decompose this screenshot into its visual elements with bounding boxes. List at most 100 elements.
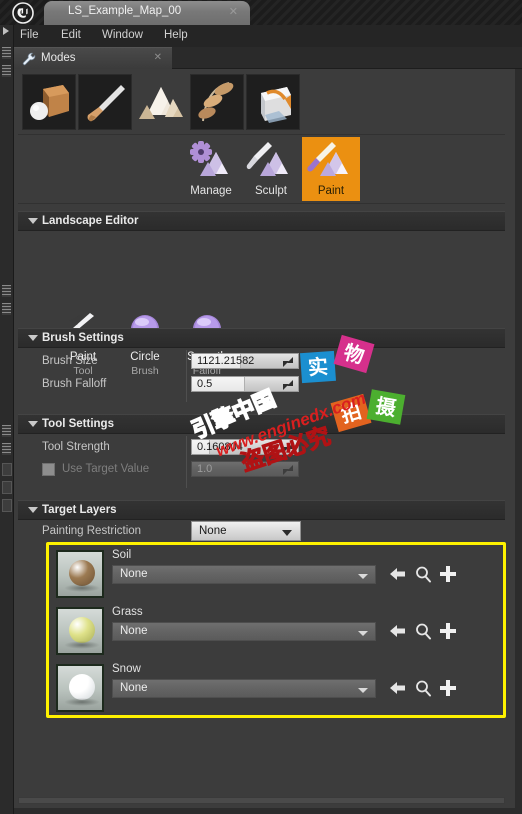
section-title-brush-settings: Brush Settings (42, 332, 124, 344)
title-bar: LS_Example_Map_00 ✕ (0, 0, 522, 25)
browse-asset-icon[interactable] (414, 622, 432, 640)
target-value: 1.0 (197, 463, 213, 475)
browse-asset-icon[interactable] (414, 565, 432, 583)
section-title-tool-settings: Tool Settings (42, 418, 114, 430)
section-title-landscape-editor: Landscape Editor (42, 215, 139, 227)
property-column-splitter-2[interactable] (186, 436, 187, 488)
layer-material-dropdown-soil[interactable]: None (112, 565, 376, 584)
brush-size-spin-arrows[interactable] (283, 357, 294, 367)
tab-modes-label: Modes (41, 52, 76, 64)
tool-strength-value: 0.160804 (197, 441, 243, 453)
brush-falloff-value: 0.5 (197, 378, 213, 390)
layer-thumbnail-snow[interactable] (56, 664, 104, 712)
landscape-tool-circle-name: Circle (130, 351, 160, 363)
create-layer-info-icon[interactable] (439, 622, 457, 640)
menu-edit[interactable]: Edit (61, 29, 81, 41)
landscape-subtool-bar: Manage Sculpt Paint (18, 135, 505, 204)
panel-tab-strip: Modes ✕ (14, 47, 522, 69)
table-row[interactable]: Grass None (56, 604, 515, 660)
layer-name-snow: Snow (112, 663, 141, 675)
layer-material-dropdown-snow[interactable]: None (112, 679, 376, 698)
browse-asset-icon[interactable] (414, 679, 432, 697)
subtool-manage[interactable]: Manage (182, 137, 240, 201)
tool-strength-input[interactable]: 0.160804 (191, 439, 299, 455)
modes-panel: Manage Sculpt Paint Landscape Editor Pai… (14, 69, 522, 814)
section-header-brush-settings[interactable]: Brush Settings (18, 328, 505, 348)
menu-help[interactable]: Help (164, 29, 188, 41)
section-title-target-layers: Target Layers (42, 504, 117, 516)
menu-bar: File Edit Window Help (14, 25, 522, 47)
use-selected-asset-icon[interactable] (389, 622, 407, 640)
chevron-down-icon (358, 631, 368, 636)
mode-button-place[interactable] (22, 74, 76, 130)
tab-modes-close-icon[interactable]: ✕ (154, 52, 162, 63)
left-toolbar-rail (0, 25, 14, 814)
tool-strength-label: Tool Strength (42, 441, 110, 453)
layer-material-dropdown-grass[interactable]: None (112, 622, 376, 641)
subtool-sculpt[interactable]: Sculpt (242, 137, 300, 201)
tool-strength-spin-arrows[interactable] (283, 443, 294, 453)
target-value-input: 1.0 (191, 461, 299, 477)
brush-falloff-input[interactable]: 0.5 (191, 376, 299, 392)
chevron-down-icon (282, 530, 292, 536)
menu-window[interactable]: Window (102, 29, 143, 41)
brush-size-value: 1121.21582 (197, 355, 255, 367)
painting-restriction-label: Painting Restriction (42, 525, 142, 537)
rail-grip-4[interactable] (2, 303, 11, 315)
create-layer-info-icon[interactable] (439, 679, 457, 697)
target-value-spin-arrows (283, 465, 293, 475)
collapse-triangle-icon (28, 421, 38, 427)
mode-button-paint[interactable] (78, 74, 132, 130)
tab-modes[interactable]: Modes ✕ (14, 47, 172, 69)
collapse-triangle-icon (28, 335, 38, 341)
document-tab-label: LS_Example_Map_00 (68, 5, 182, 17)
section-header-target-layers[interactable]: Target Layers (18, 500, 505, 520)
property-column-splitter[interactable] (186, 350, 187, 402)
brush-falloff-label: Brush Falloff (42, 378, 107, 390)
layer-material-value-grass: None (120, 625, 148, 637)
rail-grip-5[interactable] (2, 425, 11, 437)
subtool-paint-label: Paint (317, 185, 345, 197)
layer-name-grass: Grass (112, 606, 143, 618)
table-row[interactable]: Snow None (56, 661, 515, 717)
subtool-paint[interactable]: Paint (302, 137, 360, 201)
mode-button-foliage[interactable] (190, 74, 244, 130)
mode-button-landscape[interactable] (134, 74, 188, 130)
rail-button-3[interactable] (2, 499, 12, 512)
use-target-value-checkbox[interactable] (42, 463, 55, 476)
layer-material-value-snow: None (120, 682, 148, 694)
rail-grip-3[interactable] (2, 285, 11, 297)
rail-button-2[interactable] (2, 481, 12, 494)
layer-thumbnail-soil[interactable] (56, 550, 104, 598)
rail-grip-2[interactable] (2, 65, 11, 77)
section-header-landscape-editor[interactable]: Landscape Editor (18, 211, 505, 231)
rail-expand-icon[interactable] (3, 27, 9, 35)
rail-grip-1[interactable] (2, 47, 11, 59)
chevron-down-icon (358, 574, 368, 579)
create-layer-info-icon[interactable] (439, 565, 457, 583)
use-selected-asset-icon[interactable] (389, 565, 407, 583)
rail-grip-6[interactable] (2, 443, 11, 455)
mode-button-geometry-editing[interactable] (246, 74, 300, 130)
panel-bottom-scrollbar[interactable] (18, 797, 505, 804)
brush-size-input[interactable]: 1121.21582 (191, 353, 299, 369)
layer-name-soil: Soil (112, 549, 132, 561)
subtool-sculpt-label: Sculpt (255, 185, 287, 197)
landscape-tool-circle-sub: Brush (131, 365, 159, 377)
document-tab[interactable]: LS_Example_Map_00 ✕ (44, 1, 250, 25)
document-tab-close-icon[interactable]: ✕ (229, 5, 238, 18)
layer-thumbnail-grass[interactable] (56, 607, 104, 655)
brush-size-label: Brush Size (42, 355, 98, 367)
section-header-tool-settings[interactable]: Tool Settings (18, 414, 505, 434)
subtool-manage-label: Manage (190, 185, 232, 197)
use-selected-asset-icon[interactable] (389, 679, 407, 697)
chevron-down-icon (358, 688, 368, 693)
editor-modes-toolbar (18, 71, 505, 135)
table-row[interactable]: Soil None (56, 547, 515, 603)
menu-file[interactable]: File (20, 29, 39, 41)
wrench-icon (22, 52, 36, 66)
brush-falloff-spin-arrows[interactable] (283, 380, 294, 390)
use-target-value-label: Use Target Value (62, 463, 150, 475)
rail-button-1[interactable] (2, 463, 12, 476)
painting-restriction-dropdown[interactable]: None (191, 521, 301, 541)
